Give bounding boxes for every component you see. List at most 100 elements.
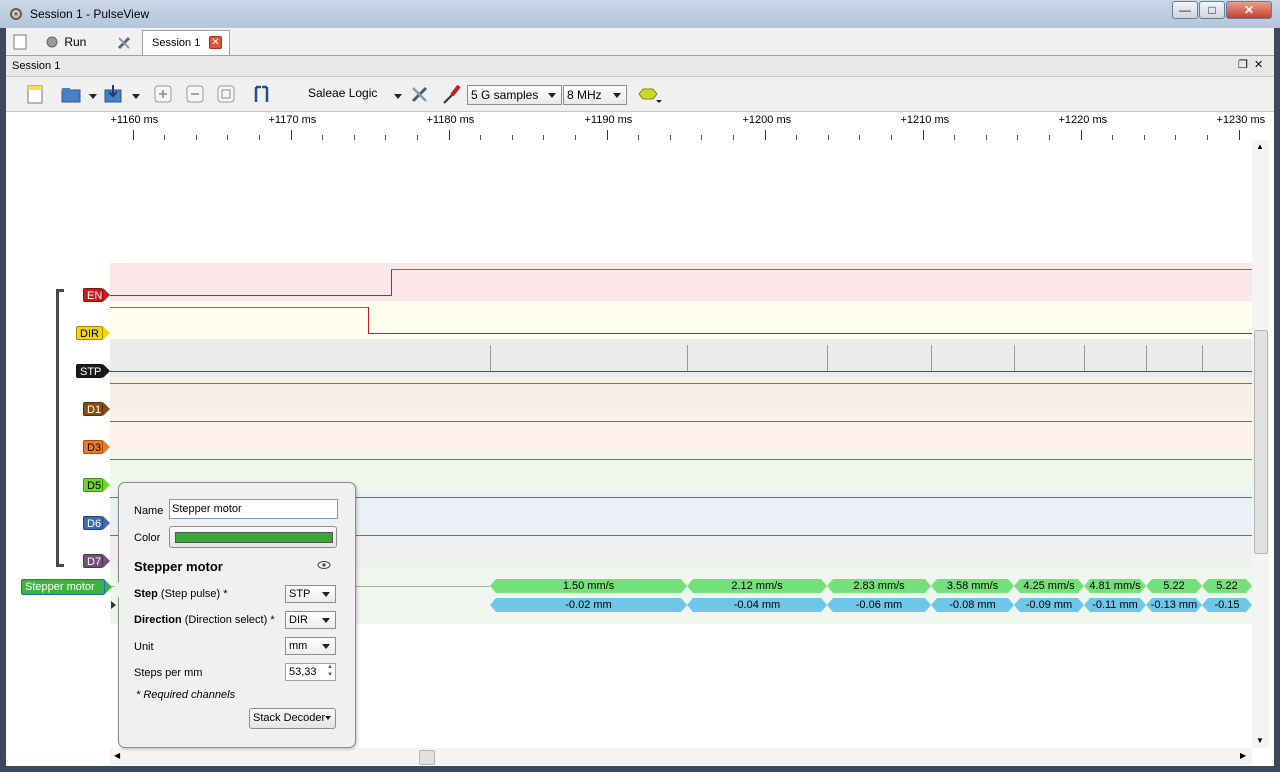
settings-tools-button[interactable] [116,31,136,53]
color-picker-button[interactable] [169,526,337,548]
vertical-scrollbar[interactable]: ▲ ▼ [1252,140,1269,748]
vertical-scroll-thumb[interactable] [1254,330,1268,554]
stp-pulse-marker [1202,345,1203,371]
ruler-minor-tick [701,135,703,140]
channel-label-arrow [103,516,110,530]
position-annotation: -0.11 mm [1084,598,1146,612]
scroll-up-icon[interactable]: ▲ [1256,142,1264,151]
channel-label-d3[interactable]: D3 [83,440,103,454]
unit-value: mm [289,640,308,652]
ruler-minor-tick [1206,135,1208,140]
zoom-fit-icon[interactable] [215,83,237,105]
horizontal-scrollbar[interactable]: ◀ ▶ [110,748,1252,765]
scroll-down-icon[interactable]: ▼ [1256,736,1264,745]
direction-channel-select[interactable]: DIR [285,611,336,629]
step-channel-select[interactable]: STP [285,585,336,603]
decoder-heading: Stepper motor [134,559,223,574]
position-annotation: -0.06 mm [827,598,931,612]
stack-decoder-button[interactable]: Stack Decoder [249,708,336,729]
ruler-minor-tick [890,135,892,140]
session-dock-header: Session 1 ❐ ✕ [6,56,1274,77]
position-annotation: -0.08 mm [931,598,1014,612]
add-decoder-icon[interactable] [637,83,663,105]
zoom-out-icon[interactable] [184,83,206,105]
ruler-label: +1170 ms [268,114,317,126]
stp-pulse-marker [687,345,688,371]
ruler-minor-tick [511,135,513,140]
open-file-icon[interactable] [60,83,82,105]
tab-session-1[interactable]: Session 1 ✕ [142,30,230,55]
ruler-major-tick [606,130,608,140]
expand-decoder-icon[interactable] [111,601,116,609]
ruler-label: +1180 ms [426,114,475,126]
spin-up-icon[interactable]: ▲ [327,664,333,671]
speed-annotation: 3.58 mm/s [931,579,1014,593]
device-dropdown-icon[interactable] [394,94,402,99]
dir-high-trace [110,307,368,308]
stp-pulse-marker [1014,345,1015,371]
window-title: Session 1 - PulseView [30,7,150,21]
dock-close-icon[interactable]: ✕ [1254,58,1263,71]
dir-low-trace [368,333,1252,334]
new-session-button[interactable] [12,31,30,53]
tab-close-icon[interactable]: ✕ [209,36,222,49]
run-button[interactable]: Run [46,31,106,53]
direction-option-label: Direction (Direction select) * [134,614,275,626]
stp-pulse-marker [1084,345,1085,371]
sample-count-select[interactable]: 5 G samples [467,85,562,105]
new-view-icon[interactable] [24,83,46,105]
speed-annotation: 2.83 mm/s [827,579,931,593]
samplerate-select[interactable]: 8 MHz [563,85,627,105]
ruler-minor-tick [1175,135,1177,140]
color-label: Color [134,532,161,544]
steps-per-mm-spinbox[interactable]: 53,33 ▲ ▼ [285,663,336,681]
spin-down-icon[interactable]: ▼ [327,672,333,679]
channel-label-arrow [103,440,110,454]
open-dropdown-icon[interactable] [89,94,97,99]
ruler-major-tick [290,130,292,140]
show-hide-eye-icon[interactable] [316,560,332,570]
save-dropdown-icon[interactable] [132,94,140,99]
ruler-label: +1210 ms [900,114,950,126]
device-config-icon[interactable] [409,83,431,105]
ruler-minor-tick [796,135,798,140]
channel-label-en[interactable]: EN [83,288,103,302]
channel-label-d1[interactable]: D1 [83,402,103,416]
en-low-trace [110,295,392,296]
decoder-label-stepper-motor[interactable]: Stepper motor [21,579,105,595]
probe-icon[interactable] [441,83,463,105]
ruler-minor-tick [195,135,197,140]
dir-edge [368,307,369,333]
save-file-icon[interactable] [102,83,124,105]
channel-label-d5[interactable]: D5 [83,478,103,492]
ruler-major-tick [1080,130,1082,140]
minimize-button[interactable]: — [1172,1,1198,19]
zoom-in-icon[interactable] [152,83,174,105]
device-selector[interactable]: Saleae Logic [308,86,377,100]
cursors-icon[interactable] [251,83,273,105]
decoder-name-input[interactable] [169,499,338,519]
channel-label-arrow [103,554,110,568]
close-window-button[interactable]: ✕ [1226,1,1272,19]
ruler-label: +1230 ms [1216,114,1266,126]
ruler-minor-tick [416,135,418,140]
channel-label-dir[interactable]: DIR [76,326,103,340]
channel-label-stp[interactable]: STP [76,364,103,378]
dock-float-icon[interactable]: ❐ [1238,58,1248,71]
trace-view: +1160 ms +1170 ms +1180 ms +1190 ms +1200 ms… [6,112,1274,766]
run-label: Run [64,35,87,49]
ruler-minor-tick [164,135,166,140]
ruler-major-tick [764,130,766,140]
scroll-right-icon[interactable]: ▶ [1240,751,1246,760]
horizontal-scroll-thumb[interactable] [419,750,435,765]
unit-select[interactable]: mm [285,637,336,655]
scroll-left-icon[interactable]: ◀ [114,751,120,760]
stp-low-trace [110,371,1252,372]
pulseview-app-icon [10,8,22,20]
d3-trace [110,421,1252,422]
channel-label-arrow [103,364,110,378]
ruler-minor-tick [543,135,545,140]
maximize-button[interactable]: □ [1199,1,1225,19]
channel-label-d6[interactable]: D6 [83,516,103,530]
channel-label-d7[interactable]: D7 [83,554,103,568]
